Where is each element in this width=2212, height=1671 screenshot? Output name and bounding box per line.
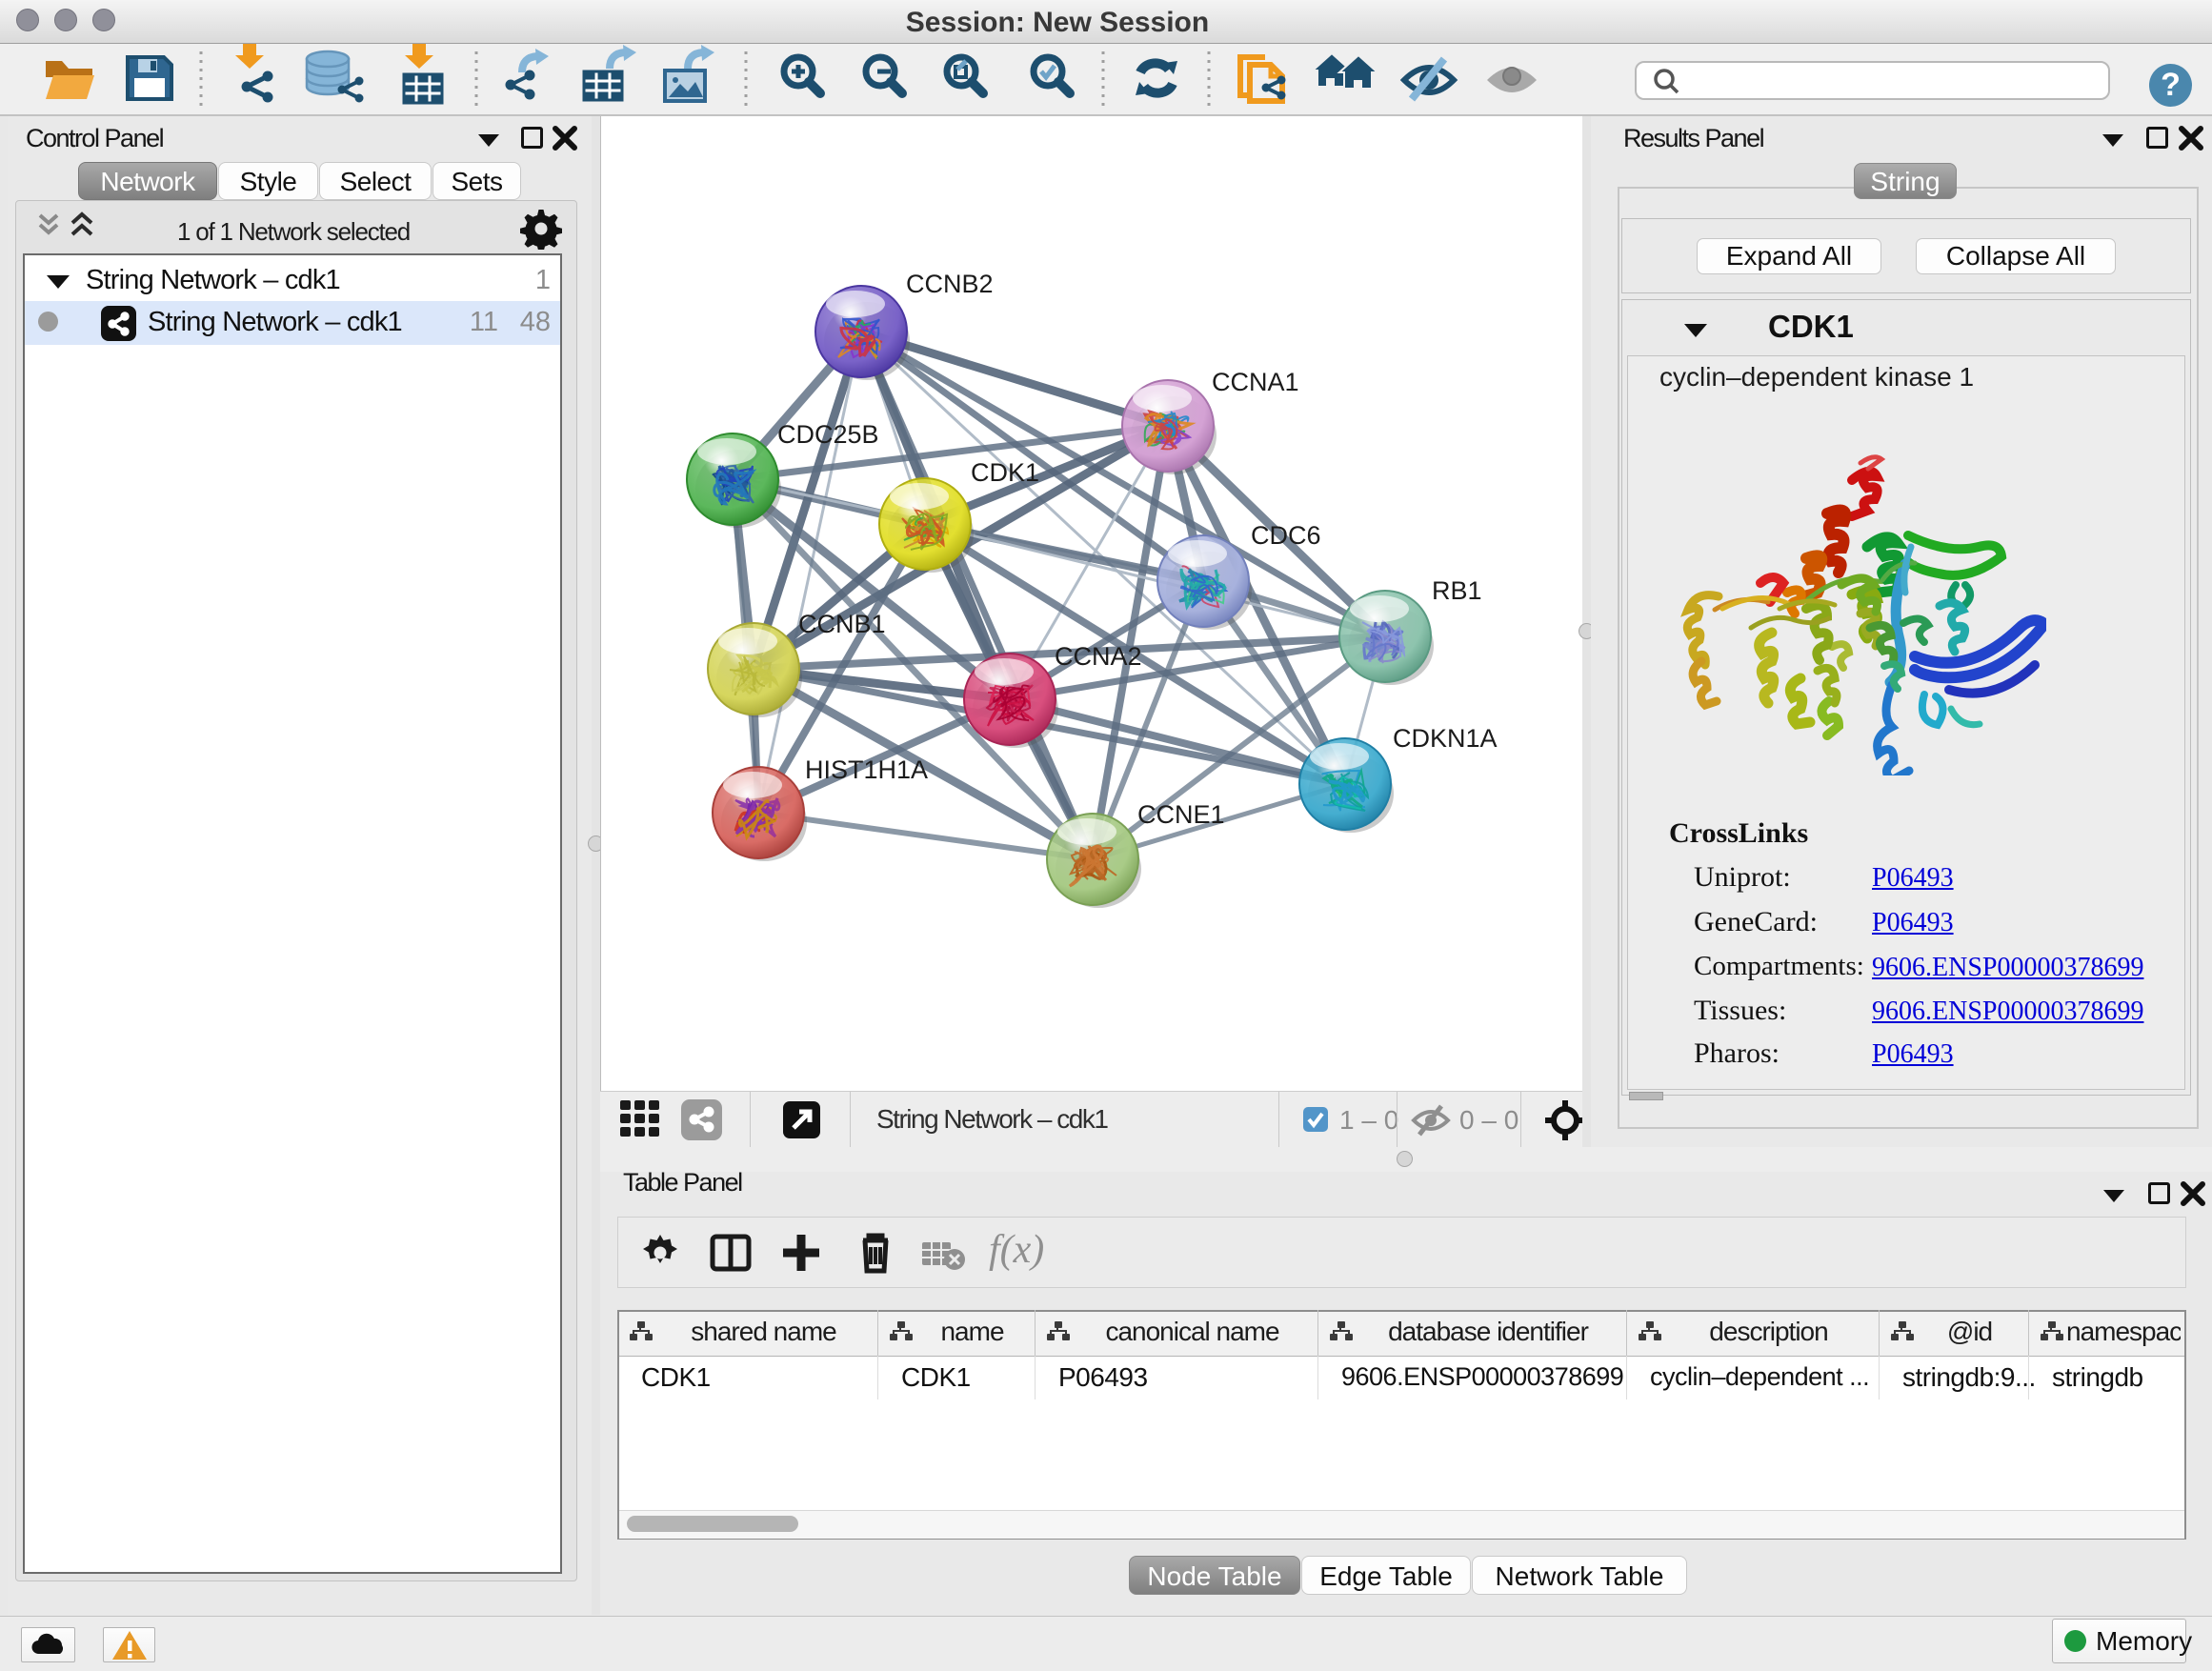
svg-text:CDC6: CDC6 <box>1251 521 1321 550</box>
svg-text:CCNA1: CCNA1 <box>1212 368 1299 396</box>
svg-text:CCNA2: CCNA2 <box>1055 642 1142 671</box>
svg-text:CCNB2: CCNB2 <box>906 270 994 298</box>
svg-text:CDKN1A: CDKN1A <box>1393 724 1498 753</box>
svg-text:CCNE1: CCNE1 <box>1137 800 1225 829</box>
svg-text:CDC25B: CDC25B <box>777 420 879 449</box>
svg-text:HIST1H1A: HIST1H1A <box>805 755 928 784</box>
svg-text:CCNB1: CCNB1 <box>798 610 886 638</box>
svg-text:RB1: RB1 <box>1432 576 1482 605</box>
svg-text:CDK1: CDK1 <box>971 458 1039 487</box>
